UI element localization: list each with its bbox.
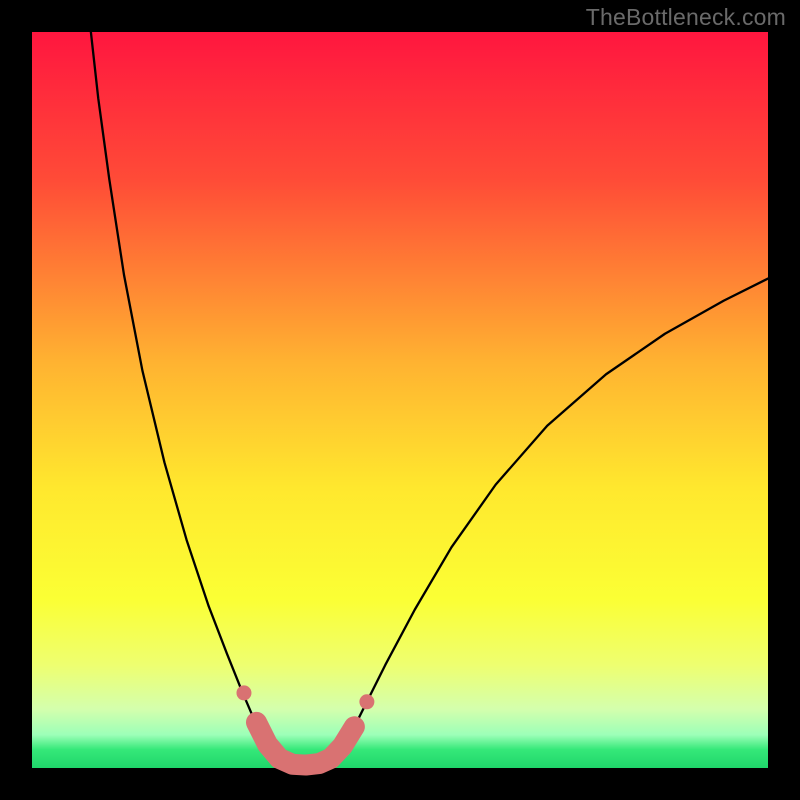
chart-frame: TheBottleneck.com xyxy=(0,0,800,800)
bottleneck-chart xyxy=(0,0,800,800)
plot-background xyxy=(32,32,768,768)
marker-dot xyxy=(359,694,374,709)
marker-dot xyxy=(236,685,251,700)
watermark-text: TheBottleneck.com xyxy=(586,4,786,31)
